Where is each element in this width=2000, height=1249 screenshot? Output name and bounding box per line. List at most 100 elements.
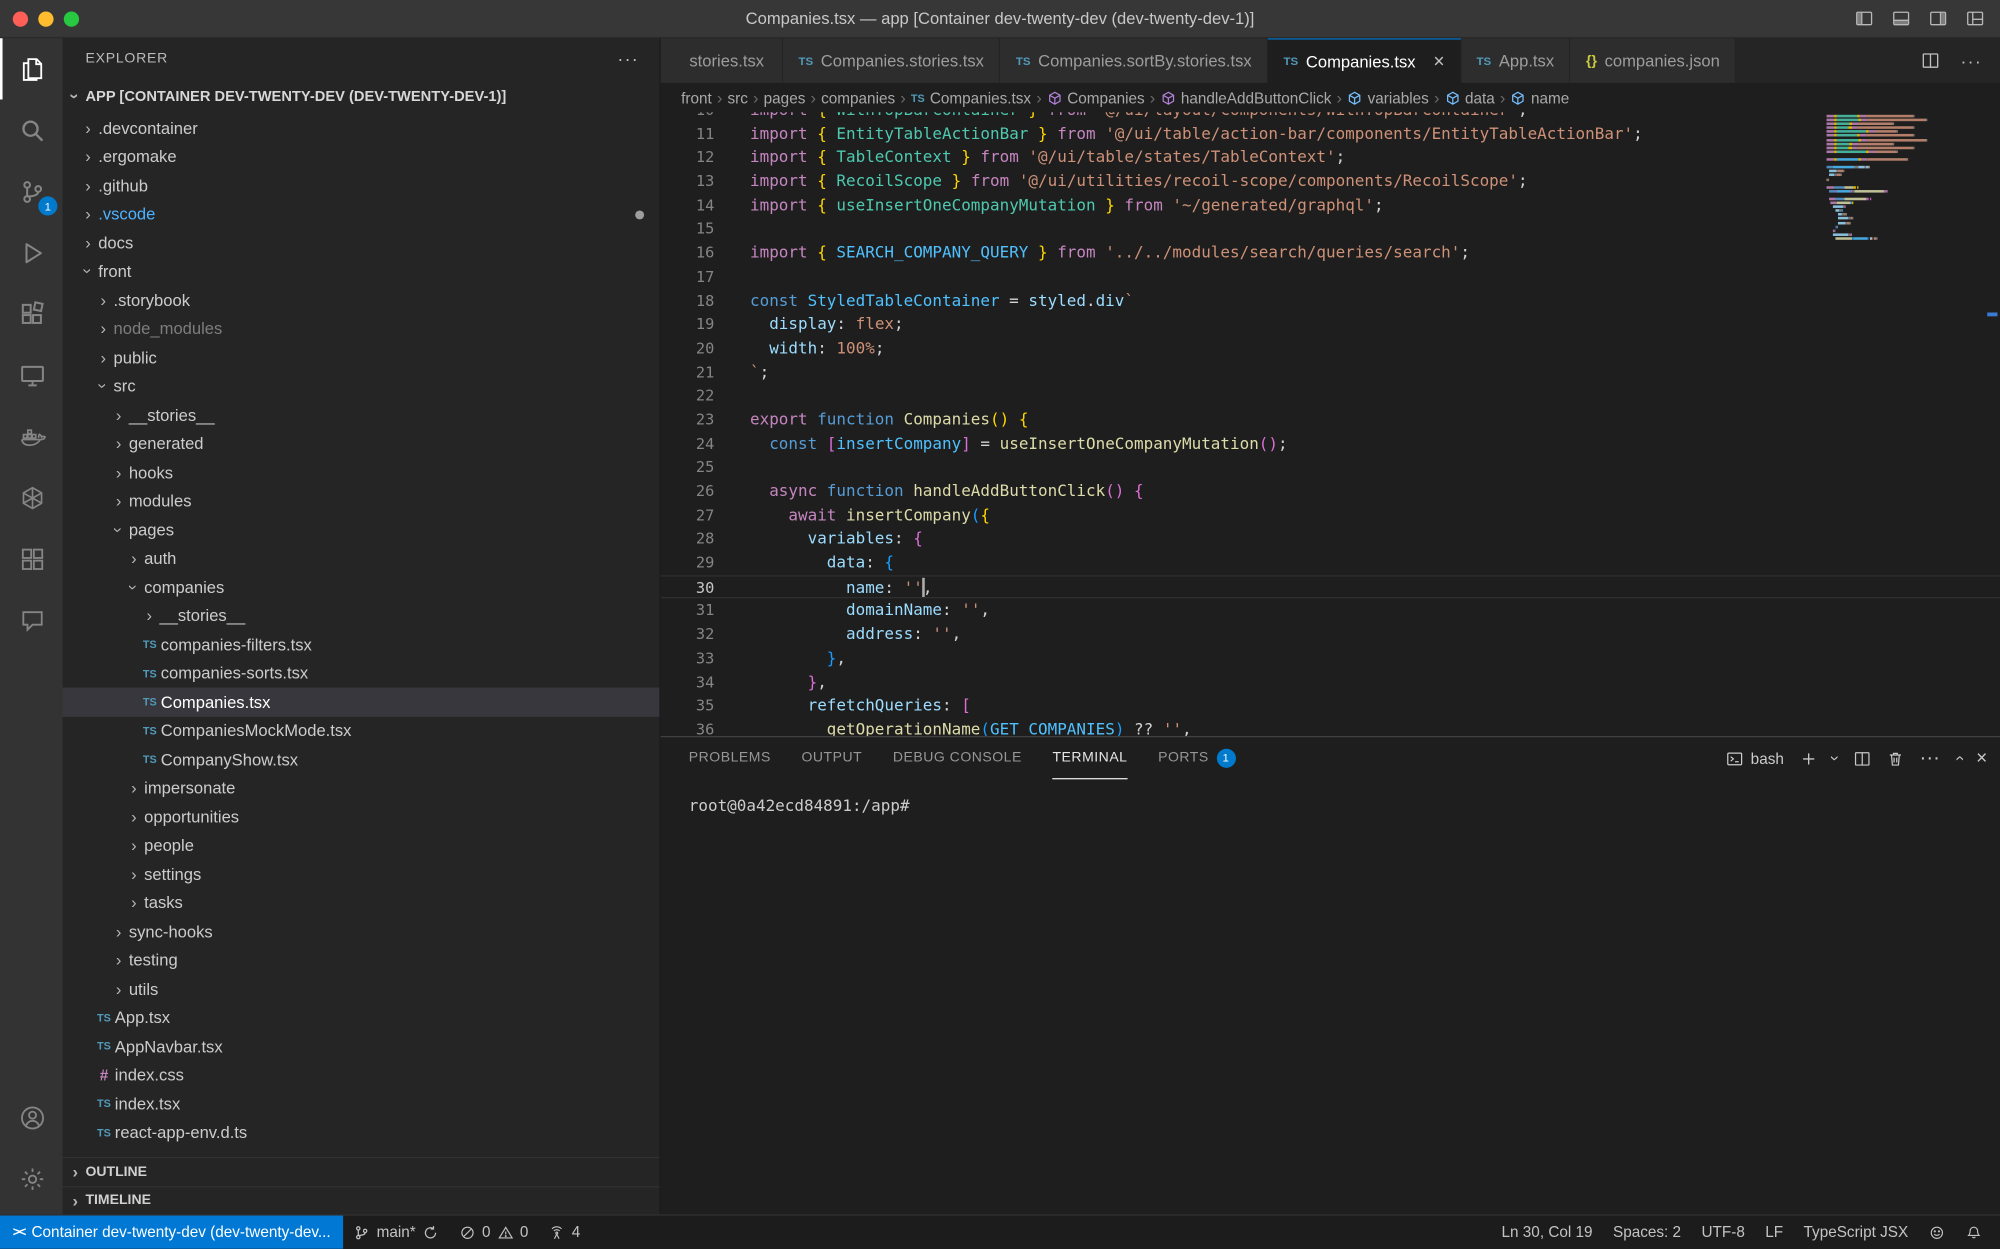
search-icon[interactable] xyxy=(0,99,63,160)
tab-stories.tsx[interactable]: stories.tsx xyxy=(661,38,783,83)
editor-more-actions-icon[interactable]: ··· xyxy=(1960,50,1982,70)
code-editor[interactable]: 10import { WithTopBarContainer } from '@… xyxy=(661,112,2000,736)
tree-item-people[interactable]: ›people xyxy=(63,831,660,860)
tree-item-public[interactable]: ›public xyxy=(63,343,660,372)
close-window-button[interactable] xyxy=(13,11,28,26)
customize-layout-icon[interactable] xyxy=(1966,9,1985,28)
feedback-icon[interactable] xyxy=(1918,1216,1955,1249)
panel-more-actions-icon[interactable]: ··· xyxy=(1920,747,1940,770)
notifications-bell-icon[interactable] xyxy=(1955,1216,1992,1249)
toggle-primary-sidebar-icon[interactable] xyxy=(1855,9,1874,28)
minimize-window-button[interactable] xyxy=(38,11,53,26)
extensions-icon[interactable] xyxy=(0,283,63,344)
tree-item-CompaniesMockMode.tsx[interactable]: TSCompaniesMockMode.tsx xyxy=(63,716,660,745)
timeline-section-header[interactable]: › TIMELINE xyxy=(63,1186,660,1215)
tab-Companies.sortBy.stories.tsx[interactable]: TSCompanies.sortBy.stories.tsx xyxy=(1001,38,1269,83)
tree-item-hooks[interactable]: ›hooks xyxy=(63,458,660,487)
tree-item-impersonate[interactable]: ›impersonate xyxy=(63,774,660,803)
tree-item-__stories__[interactable]: ›__stories__ xyxy=(63,601,660,630)
kill-terminal-trash-icon[interactable] xyxy=(1886,749,1904,767)
tree-item-front[interactable]: ›front xyxy=(63,257,660,286)
git-branch-indicator[interactable]: main* xyxy=(343,1216,448,1249)
tree-item-companies[interactable]: ›companies xyxy=(63,573,660,602)
tree-item-pages[interactable]: ›pages xyxy=(63,515,660,544)
tree-item-auth[interactable]: ›auth xyxy=(63,544,660,573)
ports-indicator[interactable]: 4 xyxy=(539,1216,591,1249)
breadcrumb-data[interactable]: data xyxy=(1445,89,1495,107)
tree-item-companies-filters.tsx[interactable]: TScompanies-filters.tsx xyxy=(63,630,660,659)
tree-item-.github[interactable]: ›.github xyxy=(63,171,660,200)
eol-indicator[interactable]: LF xyxy=(1755,1216,1793,1249)
tree-item-tasks[interactable]: ›tasks xyxy=(63,888,660,917)
run-debug-icon[interactable] xyxy=(0,222,63,283)
tab-companies.json[interactable]: {}companies.json xyxy=(1571,38,1737,83)
tree-item-docs[interactable]: ›docs xyxy=(63,228,660,257)
close-panel-icon[interactable]: × xyxy=(1976,747,1987,769)
terminal[interactable]: root@0a42ecd84891:/app# xyxy=(661,779,2000,815)
tree-item-AppNavbar.tsx[interactable]: TSAppNavbar.tsx xyxy=(63,1032,660,1061)
comments-icon[interactable] xyxy=(0,589,63,650)
remote-indicator[interactable]: >< Container dev-twenty-dev (dev-twenty-… xyxy=(0,1216,343,1249)
settings-gear-icon[interactable] xyxy=(0,1148,63,1209)
panel-tab-debug-console[interactable]: DEBUG CONSOLE xyxy=(893,737,1022,779)
tab-Companies.tsx[interactable]: TSCompanies.tsx× xyxy=(1268,38,1461,83)
tree-item-.vscode[interactable]: ›.vscode xyxy=(63,200,660,229)
terminal-instance-bash[interactable]: bash xyxy=(1725,749,1784,767)
toggle-panel-icon[interactable] xyxy=(1892,9,1911,28)
close-tab-icon[interactable]: × xyxy=(1433,50,1444,72)
tree-item-CompanyShow.tsx[interactable]: TSCompanyShow.tsx xyxy=(63,745,660,774)
breadcrumb-pages[interactable]: pages xyxy=(764,89,806,107)
explorer-icon[interactable] xyxy=(0,38,63,99)
tree-item-opportunities[interactable]: ›opportunities xyxy=(63,802,660,831)
panel-tab-problems[interactable]: PROBLEMS xyxy=(689,737,771,779)
encoding-indicator[interactable]: UTF-8 xyxy=(1691,1216,1755,1249)
zoom-window-button[interactable] xyxy=(64,11,79,26)
indentation-indicator[interactable]: Spaces: 2 xyxy=(1603,1216,1691,1249)
graphql-icon[interactable] xyxy=(0,467,63,528)
cursor-position-indicator[interactable]: Ln 30, Col 19 xyxy=(1491,1216,1602,1249)
explorer-more-actions-icon[interactable]: ··· xyxy=(617,48,639,68)
toggle-secondary-sidebar-icon[interactable] xyxy=(1929,9,1948,28)
source-control-icon[interactable]: 1 xyxy=(0,161,63,222)
maximize-panel-chevron-icon[interactable]: › xyxy=(1948,756,1967,762)
language-mode-indicator[interactable]: TypeScript JSX xyxy=(1793,1216,1918,1249)
tree-item-src[interactable]: ›src xyxy=(63,372,660,401)
tree-item-index.css[interactable]: #index.css xyxy=(63,1061,660,1090)
breadcrumb-src[interactable]: src xyxy=(727,89,747,107)
breadcrumb-name[interactable]: name xyxy=(1511,89,1570,107)
tree-item-react-app-env.d.ts[interactable]: TSreact-app-env.d.ts xyxy=(63,1118,660,1147)
tree-item-index.tsx[interactable]: TSindex.tsx xyxy=(63,1089,660,1118)
tree-item-Companies.tsx[interactable]: TSCompanies.tsx xyxy=(63,688,660,717)
new-terminal-icon[interactable] xyxy=(1799,749,1817,767)
tree-item-__stories__[interactable]: ›__stories__ xyxy=(63,401,660,430)
split-editor-icon[interactable] xyxy=(1921,51,1940,70)
remote-explorer-icon[interactable] xyxy=(0,344,63,405)
split-terminal-icon[interactable] xyxy=(1853,749,1871,767)
tree-item-companies-sorts.tsx[interactable]: TScompanies-sorts.tsx xyxy=(63,659,660,688)
problems-indicator[interactable]: 0 0 xyxy=(449,1216,539,1249)
minimap[interactable] xyxy=(1827,115,1944,241)
workspace-section-header[interactable]: › APP [CONTAINER DEV-TWENTY-DEV (DEV-TWE… xyxy=(63,79,660,113)
tree-item-settings[interactable]: ›settings xyxy=(63,860,660,889)
tree-item-modules[interactable]: ›modules xyxy=(63,487,660,516)
breadcrumb-variables[interactable]: variables xyxy=(1347,89,1429,107)
tree-item-sync-hooks[interactable]: ›sync-hooks xyxy=(63,917,660,946)
panel-tab-ports[interactable]: PORTS1 xyxy=(1158,737,1235,779)
tree-item-utils[interactable]: ›utils xyxy=(63,974,660,1003)
breadcrumb-Companies.tsx[interactable]: TSCompanies.tsx xyxy=(911,89,1031,107)
docker-icon[interactable] xyxy=(0,406,63,467)
tree-item-.devcontainer[interactable]: ›.devcontainer xyxy=(63,114,660,143)
tree-item-generated[interactable]: ›generated xyxy=(63,429,660,458)
breadcrumb-handleAddButtonClick[interactable]: handleAddButtonClick xyxy=(1160,89,1331,107)
account-icon[interactable] xyxy=(0,1087,63,1148)
tab-App.tsx[interactable]: TSApp.tsx xyxy=(1461,38,1571,83)
tree-item-testing[interactable]: ›testing xyxy=(63,946,660,975)
tree-item-node_modules[interactable]: ›node_modules xyxy=(63,314,660,343)
tree-item-.storybook[interactable]: ›.storybook xyxy=(63,286,660,315)
breadcrumb-Companies[interactable]: Companies xyxy=(1047,89,1145,107)
outline-section-header[interactable]: › OUTLINE xyxy=(63,1157,660,1186)
panel-tab-terminal[interactable]: TERMINAL xyxy=(1052,737,1127,779)
breadcrumb-front[interactable]: front xyxy=(681,89,712,107)
tab-Companies.stories.tsx[interactable]: TSCompanies.stories.tsx xyxy=(783,38,1000,83)
tree-item-.ergomake[interactable]: ›.ergomake xyxy=(63,142,660,171)
